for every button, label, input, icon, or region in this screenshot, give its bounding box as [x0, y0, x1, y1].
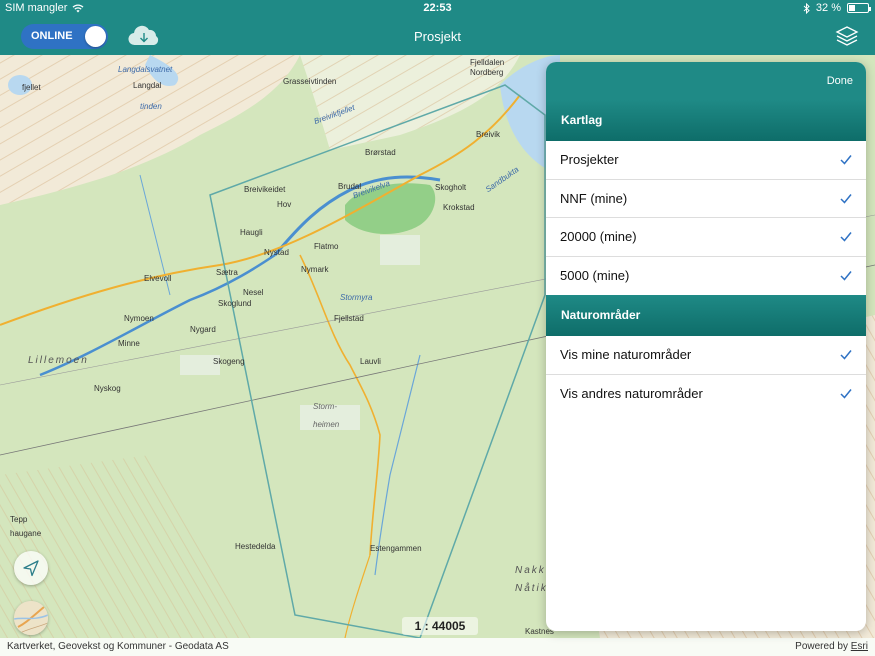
layers-icon — [835, 26, 859, 46]
map-label: Breivikeidet — [244, 185, 286, 194]
layer-row-label: NNF (mine) — [560, 190, 628, 206]
powered-by-text: Powered by — [795, 641, 851, 652]
map-label: Skogholt — [435, 183, 467, 192]
map-label: Tepp — [10, 515, 28, 524]
layer-row-label: Vis mine naturområder — [560, 347, 692, 362]
map-label: Lauvli — [360, 357, 381, 366]
map-label: Nesel — [243, 288, 264, 297]
bluetooth-icon — [803, 2, 810, 14]
map-label: Nyskog — [94, 384, 121, 393]
nav-bar: ONLINE Prosjekt — [0, 18, 875, 55]
section-header-naturomrader: Naturområder — [546, 295, 866, 336]
map-label: Sætra — [216, 268, 238, 277]
map-label: Skoglund — [218, 299, 252, 308]
map-label: Nymoen — [124, 314, 154, 323]
layer-row-20000[interactable]: 20000 (mine) — [546, 218, 866, 257]
map-label: Estengammen — [370, 544, 422, 553]
layer-row-andres-naturomrader[interactable]: Vis andres naturområder — [546, 375, 866, 414]
map-label: Storm- — [313, 402, 337, 411]
kartlag-list: Prosjekter NNF (mine) 20000 (mine) 5000 … — [546, 141, 866, 295]
checkmark-icon — [840, 232, 852, 242]
powered-by: Powered by Esri — [795, 641, 868, 652]
battery-icon — [847, 3, 871, 13]
checkmark-icon — [840, 193, 852, 204]
map-label: Haugli — [240, 228, 263, 237]
checkmark-icon — [840, 155, 852, 165]
checkmark-icon — [840, 270, 852, 281]
layer-row-mine-naturomrader[interactable]: Vis mine naturområder — [546, 336, 866, 375]
map-label: heimen — [313, 420, 340, 429]
done-button[interactable]: Done — [827, 75, 853, 87]
layer-row-label: Prosjekter — [560, 152, 619, 167]
scale-indicator: 1 : 44005 — [402, 617, 478, 635]
map-label: Stormyra — [340, 293, 373, 302]
basemap-button[interactable] — [14, 601, 48, 635]
battery-text: 32 % — [815, 2, 841, 14]
locate-button[interactable] — [14, 551, 48, 585]
esri-link[interactable]: Esri — [851, 641, 868, 652]
map-label: Brørstad — [365, 148, 396, 157]
layer-row-nnf[interactable]: NNF (mine) — [546, 180, 866, 218]
clock: 22:53 — [423, 2, 452, 14]
map-label: haugane — [10, 529, 42, 538]
map-label: Nymark — [301, 265, 329, 274]
layer-row-label: 5000 (mine) — [560, 267, 630, 283]
layer-row-label: 20000 (mine) — [560, 229, 637, 244]
map-label: Fjelldalen — [470, 58, 505, 67]
map-label: tinden — [140, 102, 162, 111]
map-label: Breivik — [476, 130, 501, 139]
map-label: Skogeng — [213, 357, 245, 366]
map-label: Nordberg — [470, 68, 504, 77]
basemap-icon — [14, 601, 48, 635]
map-label: Hov — [277, 200, 292, 209]
map-label: Lillemoen — [28, 355, 89, 366]
map-label: Langdalsvatnet — [118, 65, 173, 74]
map-label: Minne — [118, 339, 140, 348]
layer-popover: Done Kartlag Prosjekter NNF (mine) 20000… — [546, 62, 866, 631]
checkmark-icon — [840, 350, 852, 360]
section-header-kartlag: Kartlag — [546, 100, 866, 141]
map-label: Grasseivtinden — [283, 77, 337, 86]
checkmark-icon — [840, 388, 852, 399]
map-label: Nakk — [515, 565, 546, 576]
naturomrader-list: Vis mine naturområder Vis andres naturom… — [546, 336, 866, 413]
map-label: Nåtik — [515, 583, 548, 594]
map-label: Nygard — [190, 325, 216, 334]
layer-row-prosjekter[interactable]: Prosjekter — [546, 141, 866, 180]
map-label: Nystad — [264, 248, 289, 257]
attribution-bar: Kartverket, Geovekst og Kommuner - Geoda… — [0, 638, 875, 656]
layers-button[interactable] — [835, 25, 859, 47]
map-label: Langdal — [133, 81, 162, 90]
map-label: Elvevoll — [144, 274, 172, 283]
map-label: Fjellstad — [334, 314, 364, 323]
layer-row-5000[interactable]: 5000 (mine) — [546, 257, 866, 296]
map-label: fjellet — [22, 83, 41, 92]
attribution-text: Kartverket, Geovekst og Kommuner - Geoda… — [7, 641, 229, 652]
map-label: Flatmo — [314, 242, 339, 251]
status-bar: SIM mangler 22:53 32 % — [0, 0, 875, 18]
map-label: Hestedelda — [235, 542, 276, 551]
map-label: Krokstad — [443, 203, 475, 212]
layer-row-label: Vis andres naturområder — [560, 385, 703, 401]
page-title: Prosjekt — [414, 29, 461, 44]
popover-header: Done — [546, 62, 866, 100]
location-arrow-icon — [23, 560, 39, 577]
